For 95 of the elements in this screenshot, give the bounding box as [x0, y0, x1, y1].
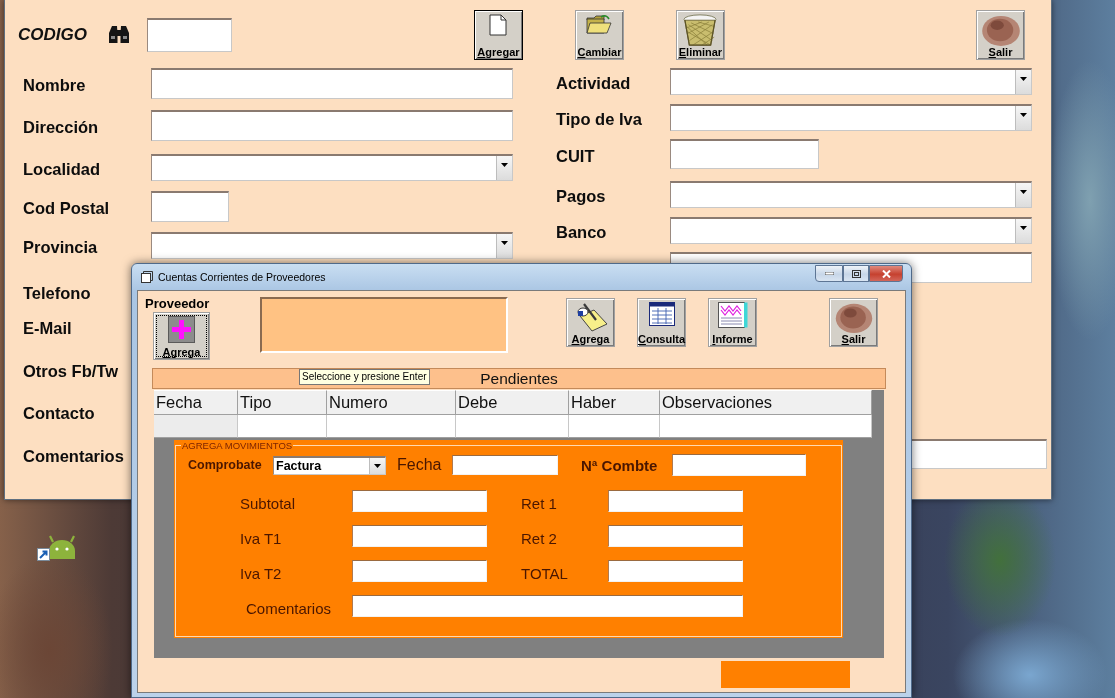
field-label: Ret 1: [520, 493, 558, 512]
field-label: Cod Postal: [23, 197, 111, 218]
toolbar-button[interactable]: Salir: [976, 10, 1025, 60]
dropdown-button[interactable]: [1015, 69, 1031, 94]
field-label: CUIT: [556, 145, 596, 166]
toolbar-button[interactable]: Consulta: [637, 298, 686, 347]
text-field[interactable]: [352, 490, 487, 512]
field-label: Tipo de Iva: [556, 108, 643, 129]
field-label: Ret 2: [520, 528, 558, 547]
field-label: Actividad: [556, 72, 632, 93]
maximize-icon: [851, 269, 861, 278]
window-title: Cuentas Corrientes de Proveedores: [158, 271, 326, 283]
caret-down-icon: [501, 162, 508, 167]
field-label: Fecha: [397, 456, 443, 474]
close-icon: [881, 269, 891, 278]
column-header[interactable]: Fecha: [154, 390, 238, 415]
dropdown-field[interactable]: [670, 216, 1032, 244]
field-label: Dirección: [23, 116, 100, 137]
maximize-button[interactable]: [843, 265, 869, 282]
field-label: Contacto: [23, 402, 96, 423]
group-title: AGREGA MOVIMIENTOS: [181, 440, 294, 451]
field-label: Iva T1: [240, 528, 283, 547]
caret-down-icon: [1020, 112, 1027, 117]
text-field[interactable]: [352, 595, 743, 617]
column-header[interactable]: Observaciones: [660, 390, 872, 415]
toolbar-button[interactable]: Agrega: [566, 298, 615, 347]
dropdown-button[interactable]: [1015, 218, 1031, 243]
field-label: Pagos: [556, 185, 607, 206]
binoculars-icon[interactable]: [106, 25, 131, 45]
caret-down-icon: [1020, 225, 1027, 230]
toolbar-button[interactable]: Eliminar: [675, 10, 725, 60]
field-label: TOTAL: [520, 563, 569, 582]
field-label: Banco: [556, 221, 608, 242]
text-field[interactable]: [151, 190, 229, 222]
dropdown-field[interactable]: [151, 153, 513, 181]
field-label: E-Mail: [23, 317, 73, 338]
dropdown-button[interactable]: [496, 233, 512, 258]
caret-down-icon: [501, 240, 508, 245]
dropdown-field[interactable]: [670, 67, 1032, 95]
page-icon: [489, 14, 508, 36]
dropdown-field[interactable]: [670, 180, 1032, 208]
field-label: Subtotal: [240, 493, 297, 512]
report-icon: [717, 302, 748, 328]
dropdown-field[interactable]: [670, 103, 1032, 131]
plus-icon: [168, 316, 195, 343]
field-label: Telefono: [23, 282, 92, 303]
column-header[interactable]: Haber: [569, 390, 660, 415]
text-field[interactable]: [352, 525, 487, 547]
text-field[interactable]: [670, 139, 819, 169]
tooltip: Seleccione y presione Enter: [299, 369, 430, 385]
dropdown-button[interactable]: [1015, 105, 1031, 130]
field-label: Nª Combte: [581, 456, 659, 474]
photo-placeholder-icon: [980, 14, 1021, 46]
field-label: Provincia: [23, 236, 99, 257]
toolbar-button[interactable]: Informe: [708, 298, 757, 347]
toolbar-button[interactable]: Salir: [829, 298, 878, 347]
field-label: Localidad: [23, 158, 101, 179]
window-icon: [141, 271, 153, 283]
column-header[interactable]: Tipo: [238, 390, 327, 415]
text-field[interactable]: [452, 455, 558, 475]
field-label: Comprobate: [188, 458, 263, 472]
caret-down-icon: [374, 463, 381, 468]
field-label: Proveedor: [145, 297, 210, 311]
dropdown-button[interactable]: [496, 155, 512, 180]
dropdown-button[interactable]: [369, 457, 385, 474]
dropdown-button[interactable]: [1015, 182, 1031, 207]
text-field[interactable]: [672, 454, 806, 476]
field-label: Comentarios: [245, 598, 333, 617]
dropdown-field[interactable]: Factura: [273, 455, 386, 475]
dropdown-field[interactable]: [151, 231, 513, 259]
add-button[interactable]: Agrega: [153, 312, 210, 360]
text-field[interactable]: [608, 560, 743, 582]
close-button[interactable]: [869, 265, 903, 282]
photo-placeholder-icon: [833, 302, 874, 333]
text-field[interactable]: [608, 490, 743, 512]
field-label: CODIGO: [18, 25, 87, 45]
table-icon: [648, 302, 675, 326]
column-header[interactable]: Debe: [456, 390, 569, 415]
caret-down-icon: [1020, 76, 1027, 81]
toolbar-button[interactable]: Cambiar: [574, 10, 624, 60]
field-label: Otros Fb/Tw: [23, 360, 120, 381]
text-field[interactable]: [151, 109, 513, 141]
folder-icon: [586, 14, 613, 34]
minimize-icon: [824, 272, 834, 275]
field-label: Iva T2: [240, 563, 283, 582]
toolbar-button[interactable]: Agregar: [473, 10, 523, 60]
caret-down-icon: [1020, 189, 1027, 194]
column-header[interactable]: Numero: [327, 390, 456, 415]
field-label: Nombre: [23, 74, 87, 95]
text-field[interactable]: [146, 18, 232, 52]
text-field[interactable]: [352, 560, 487, 582]
field-label: Comentarios: [23, 445, 125, 466]
text-field[interactable]: [151, 67, 513, 99]
minimize-button[interactable]: [815, 265, 843, 282]
text-field[interactable]: [608, 525, 743, 547]
